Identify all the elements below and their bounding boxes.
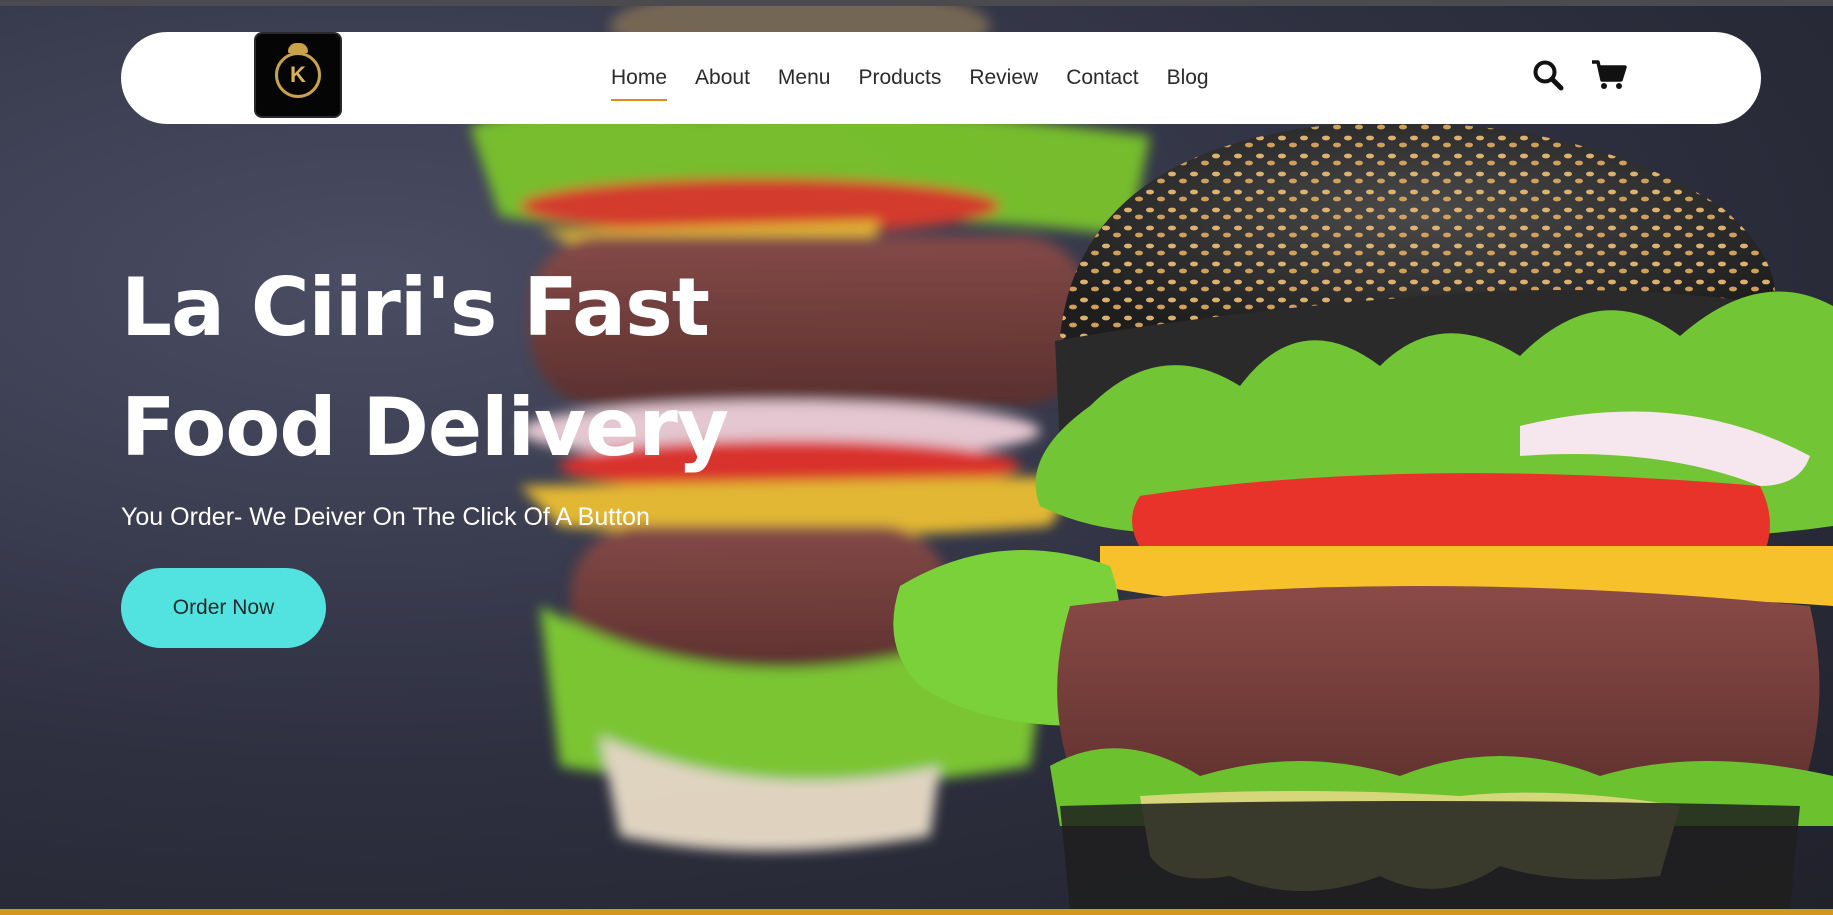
logo-badge: K xyxy=(275,43,321,98)
nav-contact[interactable]: Contact xyxy=(1066,66,1138,98)
hero-title-line2: Food Delivery xyxy=(121,381,729,474)
brand-logo[interactable]: K xyxy=(254,32,342,118)
nav-products[interactable]: Products xyxy=(858,66,941,98)
nav-links: Home About Menu Products Review Contact … xyxy=(611,66,1237,101)
bottom-strip xyxy=(0,909,1833,915)
cart-icon[interactable] xyxy=(1591,57,1627,93)
logo-letter: K xyxy=(290,62,306,87)
nav-about[interactable]: About xyxy=(695,66,750,98)
nav-review[interactable]: Review xyxy=(969,66,1038,98)
chef-hat-icon xyxy=(288,43,308,53)
nav-menu[interactable]: Menu xyxy=(778,66,831,98)
search-icon[interactable] xyxy=(1530,57,1566,93)
nav-blog[interactable]: Blog xyxy=(1167,66,1209,98)
hero-subtitle: You Order- We Deiver On The Click Of A B… xyxy=(121,503,650,531)
order-now-button[interactable]: Order Now xyxy=(121,568,326,648)
hero-title: La Ciiri's Fast Food Delivery xyxy=(121,248,1021,488)
nav-home[interactable]: Home xyxy=(611,66,668,101)
hero-title-line1: La Ciiri's Fast xyxy=(121,261,710,354)
